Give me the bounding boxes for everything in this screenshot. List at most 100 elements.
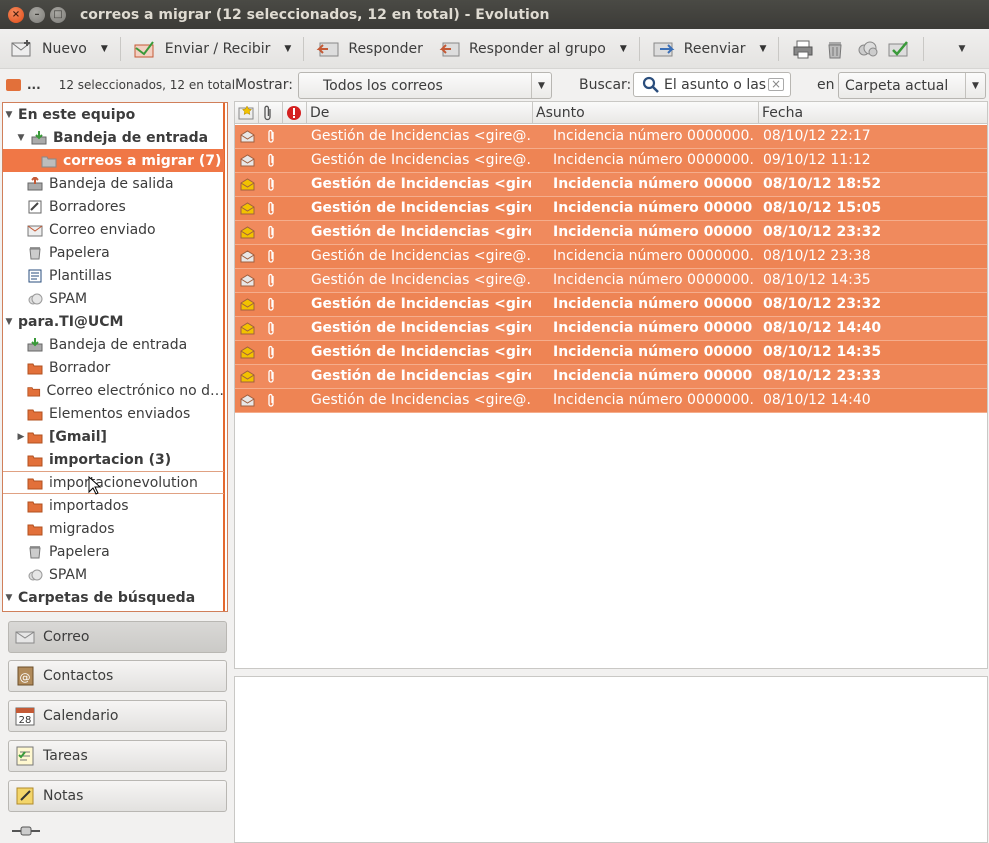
tree-folder-enviados[interactable]: Elementos enviados [3, 402, 224, 425]
column-header-fecha[interactable]: Fecha [759, 102, 987, 124]
mostrar-select[interactable]: Todos los correos ▼ [298, 72, 552, 99]
unread-mail-icon[interactable] [240, 298, 255, 311]
message-row[interactable]: Gestión de Incidencias <gire@… Incidencia… [235, 389, 987, 413]
maximize-window-button[interactable]: □ [50, 6, 66, 23]
message-row[interactable]: Gestión de Incidencias <gire… Incidencia … [235, 197, 987, 221]
read-mail-icon[interactable] [240, 154, 255, 167]
unread-mail-icon[interactable] [240, 178, 255, 191]
column-header-attachment[interactable] [259, 102, 283, 124]
reenviar-dropdown-icon[interactable]: ▼ [760, 44, 767, 54]
delete-button[interactable] [819, 32, 851, 66]
reenviar-button[interactable]: Reenviar ▼ [648, 32, 771, 66]
nuevo-dropdown-icon[interactable]: ▼ [101, 44, 108, 54]
read-mail-icon[interactable] [240, 250, 255, 263]
junk-button[interactable] [851, 32, 883, 66]
chevron-down-icon: ▼ [531, 73, 551, 98]
tree-folder-templates[interactable]: Plantillas [3, 264, 224, 287]
tree-folder-importacionevolution[interactable]: importacionevolution [3, 471, 224, 494]
clear-search-icon[interactable]: × [768, 78, 784, 91]
message-row[interactable]: Gestión de Incidencias <gire… Incidencia … [235, 293, 987, 317]
tree-label: En este equipo [18, 106, 136, 123]
paperclip-icon [268, 153, 274, 167]
unread-mail-icon[interactable] [240, 346, 255, 359]
tree-folder-trash-ucm[interactable]: Papelera [3, 540, 224, 563]
read-mail-icon[interactable] [240, 394, 255, 407]
switcher-tareas-button[interactable]: Tareas [8, 740, 227, 772]
responder-grupo-dropdown-icon[interactable]: ▼ [620, 44, 627, 54]
column-header-de[interactable]: De [307, 102, 533, 124]
notes-icon [16, 787, 34, 805]
expander-open-icon[interactable]: ▼ [15, 133, 27, 143]
offline-status-icon[interactable] [12, 826, 40, 836]
column-header-flag[interactable] [283, 102, 307, 124]
read-mail-icon[interactable] [240, 274, 255, 287]
unread-mail-icon[interactable] [240, 322, 255, 335]
enviar-recibir-dropdown-icon[interactable]: ▼ [284, 44, 291, 54]
column-header-asunto[interactable]: Asunto [533, 102, 759, 124]
nuevo-button[interactable]: Nuevo ▼ [6, 32, 112, 66]
column-header-status[interactable] [235, 102, 259, 124]
unread-mail-icon[interactable] [240, 226, 255, 239]
tree-folder-spam-local[interactable]: SPAM [3, 287, 224, 310]
message-row[interactable]: Gestión de Incidencias <gire… Incidencia … [235, 221, 987, 245]
expander-open-icon[interactable]: ▼ [3, 110, 15, 120]
mostrar-value: Todos los correos [323, 77, 443, 94]
switcher-calendario-button[interactable]: 28 Calendario [8, 700, 227, 732]
message-row[interactable]: Gestión de Incidencias <gire… Incidencia … [235, 365, 987, 389]
tree-folder-sent[interactable]: Correo enviado [3, 218, 224, 241]
read-mail-icon[interactable] [240, 130, 255, 143]
not-junk-button[interactable] [883, 32, 915, 66]
switcher-notas-button[interactable]: Notas [8, 780, 227, 812]
unread-mail-icon[interactable] [240, 202, 255, 215]
close-window-button[interactable]: × [8, 6, 24, 23]
message-from: Gestión de Incidencias <gire… [311, 176, 531, 192]
tree-label: Plantillas [49, 267, 112, 284]
junk-cloud-icon [28, 569, 43, 580]
message-row[interactable]: Gestión de Incidencias <gire@… Incidencia… [235, 125, 987, 149]
switcher-contactos-button[interactable]: @ Contactos [8, 660, 227, 692]
tree-folder-importacion[interactable]: importacion (3) [3, 448, 224, 471]
message-row[interactable]: Gestión de Incidencias <gire… Incidencia … [235, 317, 987, 341]
tree-folder-importados[interactable]: importados [3, 494, 224, 517]
inbox-icon [31, 130, 47, 144]
expander-open-icon[interactable]: ▼ [3, 317, 15, 327]
message-from: Gestión de Incidencias <gire… [311, 296, 531, 312]
expander-closed-icon[interactable]: ▶ [15, 432, 27, 442]
message-row[interactable]: Gestión de Incidencias <gire… Incidencia … [235, 173, 987, 197]
scope-select[interactable]: Carpeta actual ▼ [838, 72, 986, 99]
tree-folder-trash-local[interactable]: Papelera [3, 241, 224, 264]
switcher-correo-button[interactable]: Correo [8, 621, 227, 653]
tree-folder-spam-ucm[interactable]: SPAM [3, 563, 224, 586]
tree-search-folders[interactable]: ▼ Carpetas de búsqueda [3, 586, 224, 609]
reenviar-label: Reenviar [683, 40, 746, 57]
tree-folder-no-deseado[interactable]: Correo electrónico no d… [3, 379, 224, 402]
responder-grupo-button[interactable]: Responder al grupo ▼ [433, 32, 631, 66]
unread-mail-icon[interactable] [240, 370, 255, 383]
tree-folder-gmail[interactable]: ▶ [Gmail] [3, 425, 224, 448]
tree-folder-migrados[interactable]: migrados [3, 517, 224, 540]
paperclip-icon [268, 297, 274, 311]
tree-folder-drafts[interactable]: Borradores [3, 195, 224, 218]
expander-open-icon[interactable]: ▼ [3, 593, 15, 603]
responder-button[interactable]: Responder [312, 32, 427, 66]
send-receive-icon [134, 40, 154, 57]
templates-icon [28, 269, 42, 282]
print-button[interactable] [787, 32, 819, 66]
enviar-recibir-button[interactable]: Enviar / Recibir ▼ [129, 32, 296, 66]
message-row[interactable]: Gestión de Incidencias <gire@… Incidencia… [235, 269, 987, 293]
tree-folder-inbox-ucm[interactable]: Bandeja de entrada [3, 333, 224, 356]
tree-folder-inbox-local[interactable]: ▼ Bandeja de entrada [3, 126, 224, 149]
message-row[interactable]: Gestión de Incidencias <gire… Incidencia … [235, 341, 987, 365]
title-bar: × – □ correos a migrar (12 seleccionados… [0, 0, 989, 29]
tree-folder-borrador[interactable]: Borrador [3, 356, 224, 379]
tree-account-local[interactable]: ▼ En este equipo [3, 103, 224, 126]
search-input[interactable]: El asunto o las × [633, 72, 791, 97]
toolbar-overflow-button[interactable]: ▼ [954, 32, 969, 66]
minimize-window-button[interactable]: – [29, 6, 45, 23]
tree-folder-correos-a-migrar[interactable]: correos a migrar (7) [3, 149, 224, 172]
message-row[interactable]: Gestión de Incidencias <gire@… Incidencia… [235, 245, 987, 269]
tree-account-ucm[interactable]: ▼ para.TI@UCM [3, 310, 224, 333]
message-row[interactable]: Gestión de Incidencias <gire@… Incidencia… [235, 149, 987, 173]
tree-folder-outbox[interactable]: Bandeja de salida [3, 172, 224, 195]
calendar-icon: 28 [15, 707, 35, 726]
